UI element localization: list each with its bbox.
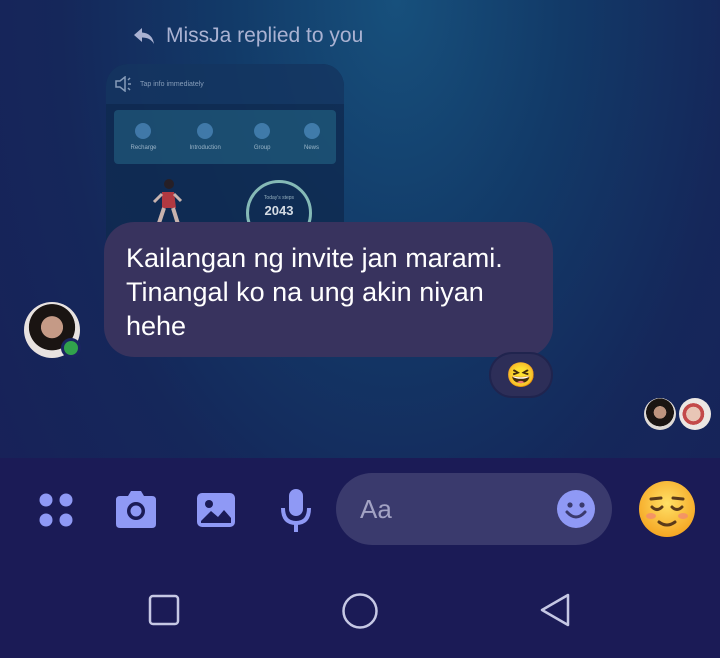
- quoted-menu-item: News: [303, 123, 320, 151]
- seen-avatar: [644, 398, 676, 430]
- system-navigation-bar: [0, 568, 720, 658]
- message-input[interactable]: [336, 473, 612, 545]
- back-triangle-icon[interactable]: [538, 592, 574, 628]
- steps-label: Today's steps: [263, 195, 295, 201]
- speaker-icon: [115, 76, 131, 92]
- apps-grid-icon[interactable]: [34, 488, 78, 532]
- quoted-top-bar: Tap info immediately: [106, 64, 344, 104]
- microphone-icon[interactable]: [276, 486, 316, 536]
- steps-value: 2043: [264, 203, 294, 218]
- recharge-icon: [135, 123, 152, 139]
- smiley-icon[interactable]: [556, 489, 596, 529]
- chat-area: MissJa replied to you Tap info immediate…: [0, 0, 720, 458]
- reply-header-text: MissJa replied to you: [166, 24, 364, 47]
- reply-header: MissJa replied to you: [132, 24, 363, 48]
- quoted-menu: Recharge Introduction Group News: [114, 110, 336, 164]
- circle-nav-icon[interactable]: [341, 592, 379, 630]
- message-reaction[interactable]: 😆: [489, 352, 553, 398]
- square-nav-icon[interactable]: [148, 594, 180, 626]
- message-bubble[interactable]: Kailangan ng invite jan marami. Tinangal…: [104, 222, 553, 357]
- reply-arrow-icon: [134, 28, 154, 44]
- sender-avatar[interactable]: [24, 302, 81, 358]
- message-text-field[interactable]: [360, 493, 540, 525]
- quoted-menu-item: Introduction: [189, 123, 221, 151]
- quoted-menu-item: Recharge: [130, 123, 157, 151]
- introduction-icon: [197, 123, 214, 139]
- camera-icon[interactable]: [112, 488, 160, 532]
- quoted-top-text: Tap info immediately: [140, 80, 204, 88]
- message-composer: [0, 458, 720, 568]
- group-icon: [254, 123, 271, 139]
- quick-emoji-button[interactable]: [637, 479, 697, 539]
- news-icon: [303, 123, 320, 139]
- image-icon[interactable]: [194, 488, 238, 532]
- relieved-face-icon: [639, 481, 695, 537]
- online-status-indicator: [61, 338, 81, 358]
- quoted-menu-item: Group: [254, 123, 271, 151]
- seen-avatar: [679, 398, 711, 430]
